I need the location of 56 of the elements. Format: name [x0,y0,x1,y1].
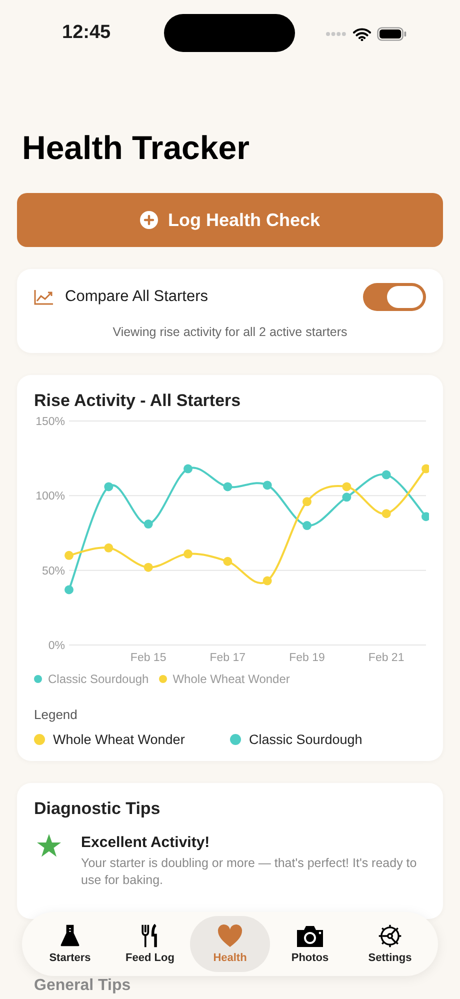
legend-name: Classic Sourdough [249,732,362,747]
tips-title: Diagnostic Tips [34,799,162,819]
trend-chart-icon [34,289,54,305]
camera-icon [295,924,325,948]
data-point [223,556,232,566]
y-tick-label: 50% [42,565,65,578]
legend-name: Whole Wheat Wonder [53,732,185,747]
tab-item[interactable]: Starters [30,916,110,972]
x-tick-label: Feb 17 [210,652,246,664]
data-point [144,520,153,529]
data-point [422,512,429,522]
x-tick-label: Feb 21 [368,652,404,664]
y-tick-label: 150% [36,416,65,428]
heart-icon [217,924,243,948]
page-title: Health Tracker [22,128,250,168]
star-icon [37,834,61,857]
status-time: 12:45 [62,22,112,44]
legend-title: Legend [34,707,78,722]
data-point [104,482,114,492]
section-heading: General Tips [34,977,131,995]
compare-label: Compare All Starters [65,288,209,306]
compare-caption: Viewing rise activity for all 2 active starters [112,325,348,339]
y-tick-label: 100% [36,490,65,503]
tip-title: Excellent Activity! [81,834,211,851]
plus-circle-icon [140,211,158,229]
tab-item[interactable]: Feed Log [110,916,190,972]
y-tick-label: 0% [48,640,65,652]
data-point [342,492,352,502]
series-name: Classic Sourdough [48,672,149,686]
tab-item[interactable]: Settings [350,916,430,972]
data-point [184,549,192,558]
battery-icon [377,27,407,41]
signal-icon [325,31,347,37]
tab-item[interactable]: Photos [270,916,350,972]
data-point [144,562,153,572]
tip-text: Your starter is doubling or more — that's perfect! It's ready to use for baking. [81,855,418,889]
data-point [262,480,272,490]
data-point [64,550,74,560]
wifi-icon [353,28,371,40]
data-point [223,482,232,492]
data-point [382,470,391,480]
data-point [64,585,74,594]
data-point [422,464,429,474]
data-point [302,497,312,506]
data-point [342,482,352,492]
data-point [382,509,391,518]
settings-icon [376,924,404,948]
chart-title: Rise Activity - All Starters [34,391,242,411]
x-tick-label: Feb 19 [289,652,325,664]
data-point [302,521,312,530]
compare-toggle[interactable] [363,283,426,311]
data-point [184,464,192,474]
x-tick-label: Feb 15 [130,652,166,664]
data-point [104,543,114,552]
data-point [262,576,272,586]
series-name: Whole Wheat Wonder [172,672,290,686]
